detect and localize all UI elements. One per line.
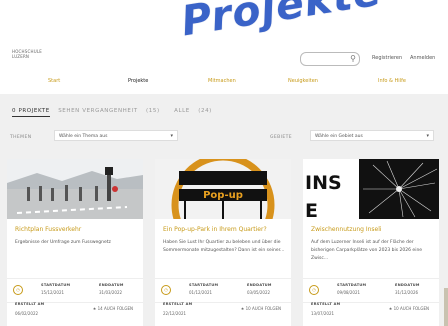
logo-line-2: LUZERN bbox=[12, 54, 30, 59]
follower-count: 10 bbox=[393, 306, 399, 311]
card-title[interactable]: Zwischennutzung Inseli bbox=[311, 226, 382, 233]
tab-all[interactable]: ALLE (24) bbox=[174, 108, 218, 114]
created-label: ERSTELLT AM bbox=[311, 302, 341, 306]
register-link[interactable]: Registrieren bbox=[372, 55, 402, 61]
tab-past-label: SEHEN VERGANGENHEIT bbox=[58, 108, 138, 114]
logo[interactable]: HOCHSCHULE LUZERN bbox=[12, 49, 42, 63]
theme-select[interactable]: Wähle ein Thema aus ▾ bbox=[54, 130, 178, 141]
tab-past[interactable]: SEHEN VERGANGENHEIT (15) bbox=[58, 108, 166, 114]
clock-icon: ◷ bbox=[309, 285, 319, 295]
end-date-value: 31/12/2026 bbox=[395, 290, 419, 295]
tab-projects[interactable]: 0 PROJEKTE bbox=[12, 108, 50, 117]
start-date-value: 09/08/2021 bbox=[337, 290, 361, 295]
created-value: 06/02/2022 bbox=[15, 311, 39, 316]
project-card[interactable]: Richtplan Fussverkehr Ergebnisse der Umf… bbox=[7, 159, 143, 326]
start-date-label: STARTDATUM bbox=[189, 283, 219, 287]
follow-button[interactable]: ★ 10 AUCH FOLGEN bbox=[389, 306, 429, 311]
created-value: 22/12/2021 bbox=[163, 311, 187, 316]
clock-icon: ◷ bbox=[13, 285, 23, 295]
project-image[interactable]: INS E bbox=[303, 159, 439, 219]
nav-item-mitmachen[interactable]: Mitmachen bbox=[208, 78, 236, 84]
card-dates: ◷ STARTDATUM 15/12/2021 ENDDATUM 31/03/2… bbox=[7, 278, 143, 303]
follow-label: AUCH FOLGEN bbox=[399, 306, 429, 311]
project-image[interactable]: Pop-up bbox=[155, 159, 291, 219]
created-value: 13/07/2021 bbox=[311, 311, 335, 316]
svg-text:Pop-up: Pop-up bbox=[203, 190, 243, 201]
star-icon: ★ bbox=[388, 306, 393, 311]
created-label: ERSTELLT AM bbox=[15, 302, 45, 306]
star-icon: ★ bbox=[240, 306, 245, 311]
start-date-value: 01/12/2021 bbox=[189, 290, 213, 295]
follow-button[interactable]: ★ 10 AUCH FOLGEN bbox=[241, 306, 281, 311]
follow-button[interactable]: ★ 14 AUCH FOLGEN bbox=[93, 306, 133, 311]
tab-past-count: (15) bbox=[146, 108, 160, 114]
card-description: Haben Sie Lust Ihr Quartier zu beleben u… bbox=[163, 240, 285, 253]
search-input[interactable]: ⚲ bbox=[300, 52, 360, 66]
scrollbar[interactable] bbox=[444, 288, 448, 326]
svg-text:E: E bbox=[305, 200, 318, 219]
nav-item-projekte[interactable]: Projekte bbox=[128, 78, 148, 84]
start-date-value: 15/12/2021 bbox=[41, 290, 65, 295]
start-date-label: STARTDATUM bbox=[337, 283, 367, 287]
clock-icon: ◷ bbox=[161, 285, 171, 295]
area-filter-label: GEBIETE bbox=[270, 135, 292, 140]
nav-item-neuigkeiten[interactable]: Neuigkeiten bbox=[288, 78, 318, 84]
nav-item-start[interactable]: Start bbox=[48, 78, 60, 84]
project-tabs: 0 PROJEKTE SEHEN VERGANGENHEIT (15) ALLE… bbox=[12, 108, 224, 117]
follow-label: AUCH FOLGEN bbox=[103, 306, 133, 311]
area-select[interactable]: Wähle ein Gebiet aus ▾ bbox=[310, 130, 434, 141]
tab-all-count: (24) bbox=[198, 108, 212, 114]
card-description: Ergebnisse der Umfrage zum Fusswegnetz bbox=[15, 240, 111, 245]
follower-count: 10 bbox=[245, 306, 251, 311]
search-icon: ⚲ bbox=[350, 54, 356, 63]
card-description: Auf dem Luzerner Inseli ist auf der Fläc… bbox=[311, 240, 423, 261]
tab-all-label: ALLE bbox=[174, 108, 190, 114]
project-image[interactable] bbox=[7, 159, 143, 219]
card-dates: ◷ STARTDATUM 09/08/2021 ENDDATUM 31/12/2… bbox=[303, 278, 439, 303]
chevron-down-icon: ▾ bbox=[170, 133, 173, 139]
card-title[interactable]: Richtplan Fussverkehr bbox=[15, 226, 81, 233]
end-date-label: ENDDATUM bbox=[395, 283, 420, 287]
end-date-label: ENDDATUM bbox=[247, 283, 272, 287]
area-select-value: Wähle ein Gebiet aus bbox=[315, 134, 363, 139]
follow-label: AUCH FOLGEN bbox=[251, 306, 281, 311]
login-link[interactable]: Anmelden bbox=[410, 55, 435, 61]
nav-item-info[interactable]: Info & Hilfe bbox=[378, 78, 406, 84]
card-title[interactable]: Ein Pop-up-Park in Ihrem Quartier? bbox=[163, 226, 267, 233]
end-date-label: ENDDATUM bbox=[99, 283, 124, 287]
theme-select-value: Wähle ein Thema aus bbox=[59, 134, 108, 139]
follower-count: 14 bbox=[97, 306, 103, 311]
main-nav: Start Projekte Mitmachen Neuigkeiten Inf… bbox=[0, 72, 448, 92]
created-label: ERSTELLT AM bbox=[163, 302, 193, 306]
start-date-label: STARTDATUM bbox=[41, 283, 71, 287]
card-dates: ◷ STARTDATUM 01/12/2021 ENDDATUM 03/05/2… bbox=[155, 278, 291, 303]
project-card[interactable]: INS E Zwischennutzung Inseli Auf dem Luz… bbox=[303, 159, 439, 326]
star-icon: ★ bbox=[92, 306, 97, 311]
end-date-value: 03/05/2022 bbox=[247, 290, 271, 295]
chevron-down-icon: ▾ bbox=[426, 133, 429, 139]
svg-text:INS: INS bbox=[305, 172, 342, 194]
end-date-value: 31/03/2022 bbox=[99, 290, 123, 295]
theme-filter-label: THEMEN bbox=[10, 135, 32, 140]
project-card[interactable]: Pop-up Ein Pop-up-Park in Ihrem Quartier… bbox=[155, 159, 291, 326]
